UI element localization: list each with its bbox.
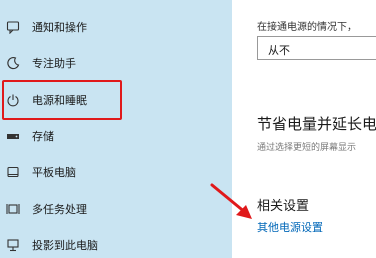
sleep-timeout-dropdown[interactable]: 从不 [257,36,376,60]
sidebar-item-focus-assist[interactable]: 专注助手 [0,46,232,80]
sidebar-item-label: 存储 [32,130,54,143]
settings-sidebar: 通知和操作 专注助手 电源和睡眠 存储 平板电脑 多任务处理 投影到此电脑 [0,0,232,258]
multitasking-icon [5,201,21,217]
highlight-box [2,80,122,120]
plugged-in-label: 在接通电源的情况下， [257,22,357,33]
power-sleep-panel: 在接通电源的情况下， 从不 节省电量并延长电 通过选择更短的屏幕显示 相关设置 … [240,0,376,258]
sidebar-item-storage[interactable]: 存储 [0,119,232,153]
save-energy-description: 通过选择更短的屏幕显示 [257,143,357,153]
sidebar-item-label: 多任务处理 [32,203,87,216]
sidebar-item-label: 专注助手 [32,57,76,70]
sidebar-item-tablet[interactable]: 平板电脑 [0,155,232,189]
project-icon [5,237,21,253]
sidebar-item-project[interactable]: 投影到此电脑 [0,228,232,258]
storage-icon [5,128,21,144]
sidebar-item-notifications[interactable]: 通知和操作 [0,10,232,44]
related-settings-title: 相关设置 [257,199,310,214]
tablet-icon [5,164,21,180]
additional-power-settings-link[interactable]: 其他电源设置 [257,219,323,235]
red-arrow-icon [210,183,252,219]
sidebar-item-label: 平板电脑 [32,166,76,179]
moon-icon [5,55,21,71]
dropdown-value: 从不 [268,44,290,57]
sidebar-item-multitasking[interactable]: 多任务处理 [0,192,232,226]
save-energy-title: 节省电量并延长电 [257,115,376,133]
notification-icon [5,19,21,35]
sidebar-item-label: 投影到此电脑 [32,239,98,252]
sidebar-item-label: 通知和操作 [32,21,87,34]
